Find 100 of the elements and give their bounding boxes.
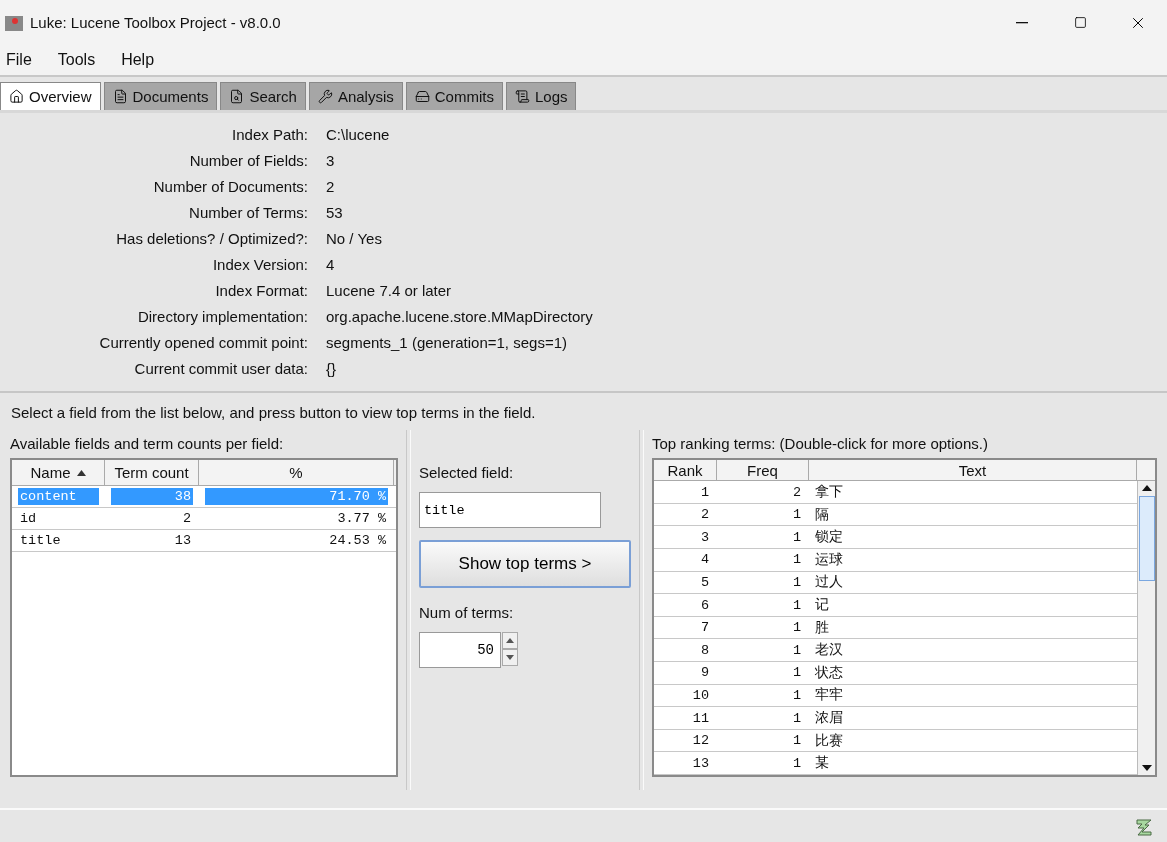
table-cell-text: 13 — [691, 754, 710, 772]
search-icon — [229, 89, 245, 104]
table-cell-text: 3 — [699, 528, 710, 546]
table-row[interactable]: 10 1 牢牢 — [654, 684, 1137, 708]
table-cell: 牢牢 — [815, 686, 843, 705]
tab[interactable]: Analysis — [308, 82, 403, 110]
table-row[interactable]: 12 1 比赛 — [654, 729, 1137, 753]
property-value: 3 — [326, 151, 336, 171]
property-value: 53 — [326, 203, 344, 223]
table-cell-text: 13 — [173, 532, 192, 549]
table-row[interactable]: title 13 24.53 % — [12, 530, 396, 552]
table-row[interactable]: 2 1 隔 — [654, 503, 1137, 527]
table-row[interactable]: 13 1 某 — [654, 752, 1137, 775]
minimize-icon — [1016, 21, 1028, 24]
table-cell-text: 1 — [791, 754, 802, 772]
table-cell-text: title — [19, 532, 62, 549]
property-label: Has deletions? / Optimized?: — [115, 229, 308, 249]
table-cell: 老汉 — [815, 641, 843, 660]
show-top-terms-button[interactable]: Show top terms > — [419, 540, 631, 588]
property-label: Index Version: — [211, 255, 308, 275]
property-value: C:\lucene — [326, 125, 391, 145]
menu-item[interactable]: Help — [121, 51, 167, 69]
table-cell: 38 — [111, 488, 193, 505]
num-terms-input[interactable]: 50 — [419, 632, 501, 668]
table-cell: 过人 — [815, 573, 843, 592]
table-cell: 记 — [815, 596, 829, 615]
home-icon — [9, 89, 24, 104]
table-cell-text: 1 — [791, 641, 802, 659]
table-row[interactable]: 11 1 浓眉 — [654, 707, 1137, 730]
property-value: segments_1 (generation=1, segs=1) — [326, 333, 568, 353]
table-cell-text: 2 — [181, 510, 192, 527]
table-cell-text: 7 — [699, 619, 710, 637]
table-row[interactable]: 7 1 胜 — [654, 616, 1137, 640]
property-label: Currently opened commit point: — [98, 333, 308, 353]
table-cell-text: 9 — [699, 664, 710, 682]
property-value: 2 — [326, 177, 336, 197]
panel-title: Top ranking terms: (Double-click for more options.) — [652, 434, 989, 454]
table-cell-text: 5 — [699, 573, 710, 591]
table-cell: 胜 — [815, 618, 829, 637]
property-value: {} — [326, 359, 338, 379]
table-cell: 某 — [815, 754, 829, 773]
table-row[interactable]: id 2 3.77 % — [12, 508, 396, 530]
log-icon — [514, 89, 530, 104]
table-cell-text: 1 — [791, 709, 802, 727]
drive-icon — [414, 89, 430, 104]
table-cell-text: 1 — [791, 551, 802, 569]
tab[interactable]: Overview — [0, 82, 101, 110]
table-cell-text: 2 — [699, 506, 710, 524]
table-cell-text: 1 — [791, 686, 802, 704]
table-cell-text: 2 — [791, 483, 802, 501]
menu-item[interactable]: Tools — [57, 51, 108, 69]
property-label: Number of Documents: — [152, 177, 308, 197]
table-row[interactable]: 9 1 状态 — [654, 662, 1137, 685]
property-label: Index Path: — [231, 125, 308, 145]
property-value: No / Yes — [326, 229, 383, 249]
table-row[interactable]: 3 1 锁定 — [654, 526, 1137, 550]
table-cell-text: 10 — [691, 686, 710, 704]
tab[interactable]: Commits — [405, 82, 503, 110]
table-cell: 拿下 — [815, 483, 843, 502]
table-row[interactable]: 6 1 记 — [654, 594, 1137, 617]
property-label: Number of Terms: — [188, 203, 308, 223]
table-row[interactable]: 1 2 拿下 — [654, 481, 1137, 504]
table-cell-text: 11 — [691, 709, 710, 727]
table-row[interactable]: 5 1 过人 — [654, 571, 1137, 595]
property-label: Current commit user data: — [133, 359, 308, 379]
window-title: Luke: Lucene Toolbox Project - v8.0.0 — [30, 14, 281, 31]
down-arrow-icon — [506, 655, 514, 660]
table-cell-text: id — [19, 510, 38, 527]
table-cell-text: 24.53 % — [328, 532, 387, 549]
field-label: Selected field: — [419, 463, 515, 483]
menu-item[interactable]: File — [6, 51, 44, 69]
table-row[interactable]: 4 1 运球 — [654, 549, 1137, 572]
selected-field-input[interactable]: title — [419, 492, 601, 528]
increment-button[interactable] — [502, 632, 518, 649]
table-cell-text: 1 — [699, 483, 710, 501]
sort-icon — [76, 469, 86, 476]
table-row[interactable]: 8 1 老汉 — [654, 639, 1137, 663]
table-cell-text: 1 — [791, 573, 802, 591]
table-cell: 隔 — [815, 505, 829, 524]
decrement-button[interactable] — [502, 649, 518, 666]
property-value: 4 — [326, 255, 336, 275]
table-cell: 锁定 — [815, 528, 843, 547]
table-cell-text: 8 — [699, 641, 710, 659]
table-cell-text: 1 — [791, 506, 802, 524]
table-cell-text: 1 — [791, 732, 802, 750]
table-cell-text: 1 — [791, 596, 802, 614]
scroll-thumb[interactable] — [1138, 496, 1155, 582]
property-label: Number of Fields: — [188, 151, 308, 171]
property-label: Index Format: — [214, 281, 308, 301]
table-cell-text: 1 — [791, 528, 802, 546]
table-cell-text: 6 — [699, 596, 710, 614]
instruction-text: Select a field from the list below, and press button to view top terms in the field. — [11, 404, 536, 421]
tab[interactable]: Logs — [505, 82, 577, 110]
document-icon — [112, 89, 128, 104]
maximize-icon — [1073, 16, 1087, 29]
tab[interactable]: Search — [220, 82, 306, 110]
scrollbar[interactable] — [1137, 481, 1155, 775]
table-cell: 比赛 — [815, 731, 843, 750]
tab[interactable]: Documents — [103, 82, 218, 110]
status-icon — [1133, 816, 1155, 836]
